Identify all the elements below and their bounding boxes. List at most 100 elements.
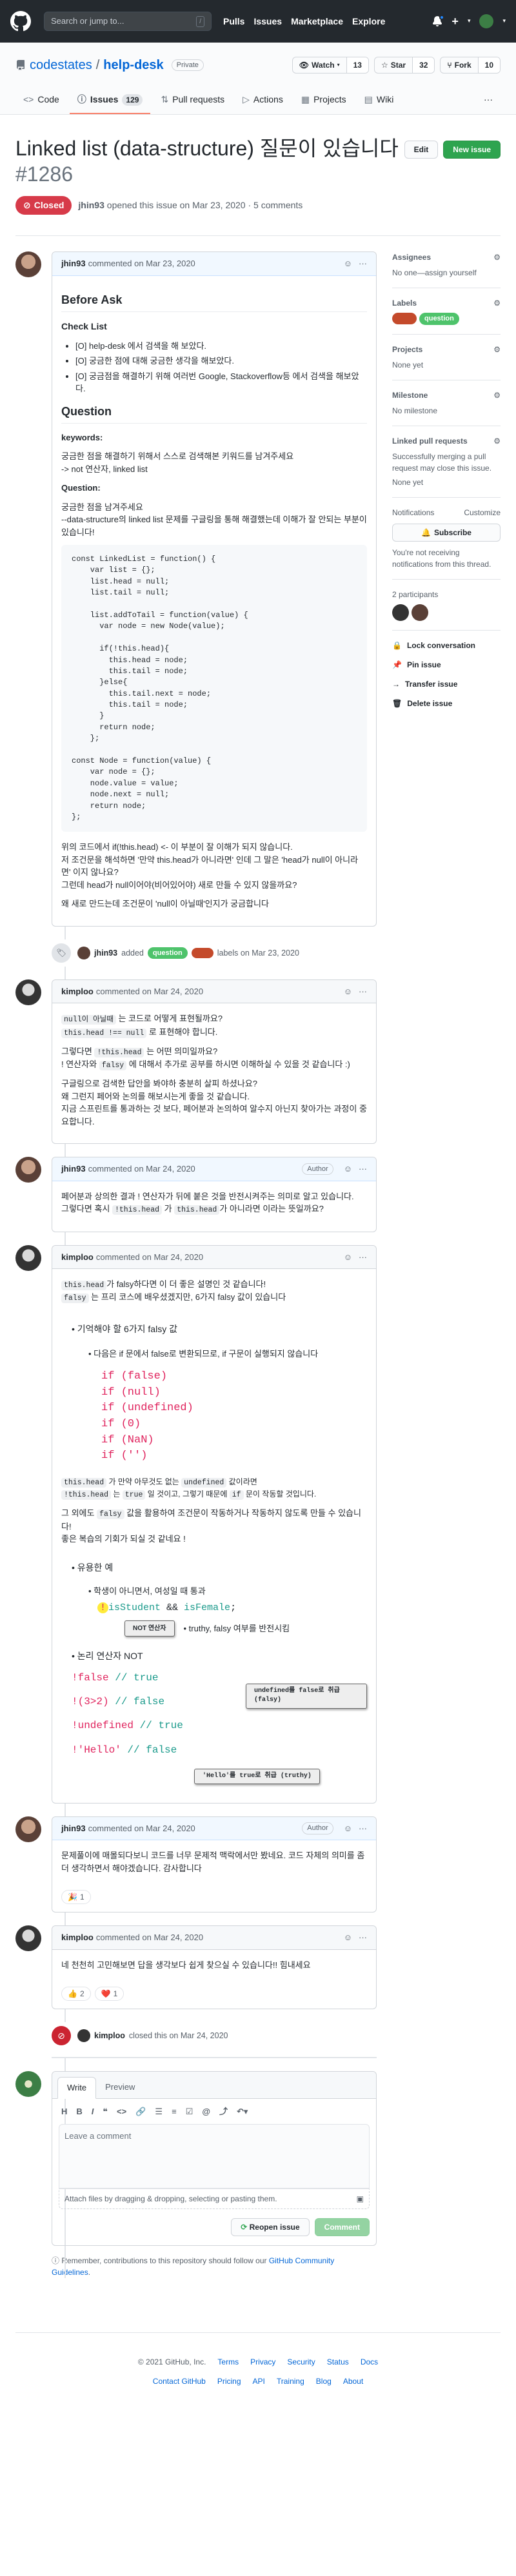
- issue-author-link[interactable]: jhin93: [78, 200, 104, 210]
- footer-link[interactable]: Pricing: [217, 2375, 241, 2387]
- fork-button[interactable]: ⑂ Fork 10: [440, 57, 501, 74]
- event-actor-link[interactable]: jhin93: [94, 947, 117, 959]
- comment-author-link[interactable]: kimploo: [61, 1251, 94, 1264]
- smiley-icon[interactable]: ☺: [344, 1931, 352, 1944]
- comment-author-link[interactable]: kimploo: [61, 985, 94, 998]
- fork-count[interactable]: 10: [478, 57, 500, 73]
- tab-actions[interactable]: ▷ Actions: [235, 88, 291, 114]
- repo-name-link[interactable]: help-desk: [103, 55, 163, 75]
- reaction-hooray-button[interactable]: 🎉 1: [61, 1890, 91, 1905]
- footer-link[interactable]: Terms: [217, 2356, 239, 2368]
- label-red[interactable]: [392, 313, 417, 324]
- gear-icon[interactable]: ⚙: [493, 344, 501, 355]
- delete-issue-link[interactable]: 🗑 Delete issue: [392, 698, 501, 709]
- customize-link[interactable]: Customize: [464, 507, 501, 518]
- gear-icon[interactable]: ⚙: [493, 297, 501, 309]
- avatar[interactable]: [15, 1816, 41, 1842]
- nav-issues[interactable]: Issues: [253, 15, 282, 28]
- footer-link[interactable]: Blog: [316, 2375, 332, 2387]
- nav-marketplace[interactable]: Marketplace: [291, 15, 343, 28]
- edit-button[interactable]: Edit: [404, 141, 439, 159]
- comment-author-link[interactable]: jhin93: [61, 257, 86, 270]
- repo-owner-link[interactable]: codestates: [30, 55, 92, 75]
- nav-pulls[interactable]: Pulls: [223, 15, 244, 28]
- mention-icon[interactable]: @: [202, 2105, 210, 2118]
- code-icon[interactable]: <>: [117, 2105, 126, 2118]
- footer-link[interactable]: API: [253, 2375, 265, 2387]
- quote-icon[interactable]: ❝: [103, 2105, 108, 2118]
- kebab-horizontal-icon[interactable]: ···: [359, 1931, 367, 1944]
- bold-icon[interactable]: B: [76, 2105, 82, 2118]
- tab-write[interactable]: Write: [57, 2077, 97, 2099]
- event-actor-link[interactable]: kimploo: [94, 2030, 125, 2042]
- gear-icon[interactable]: ⚙: [493, 435, 501, 447]
- comment-textarea[interactable]: Leave a comment: [59, 2124, 370, 2189]
- smiley-icon[interactable]: ☺: [344, 1163, 352, 1175]
- heading-icon[interactable]: H: [61, 2105, 67, 2118]
- user-avatar[interactable]: [479, 14, 494, 28]
- watch-count[interactable]: 13: [346, 57, 368, 73]
- participant-avatar[interactable]: [412, 604, 428, 621]
- avatar[interactable]: [77, 2029, 90, 2043]
- sidebar-heading[interactable]: Assignees: [392, 251, 431, 263]
- kebab-horizontal-icon[interactable]: ···: [359, 257, 367, 270]
- footer-link[interactable]: Contact GitHub: [153, 2375, 206, 2387]
- tasklist-icon[interactable]: ☑: [186, 2105, 194, 2118]
- footer-link[interactable]: Status: [327, 2356, 349, 2368]
- sidebar-heading[interactable]: Labels: [392, 297, 417, 309]
- comment-author-link[interactable]: jhin93: [61, 1822, 86, 1835]
- assign-yourself-link[interactable]: No one—assign yourself: [392, 267, 501, 279]
- create-new-plus-icon[interactable]: +: [452, 13, 459, 30]
- sidebar-heading[interactable]: Projects: [392, 344, 422, 355]
- label-question[interactable]: question: [419, 313, 459, 325]
- smiley-icon[interactable]: ☺: [344, 1251, 352, 1264]
- italic-icon[interactable]: I: [92, 2105, 94, 2118]
- subscribe-button[interactable]: 🔔 Subscribe: [392, 523, 501, 542]
- star-count[interactable]: 32: [413, 57, 435, 73]
- unordered-list-icon[interactable]: ☰: [155, 2105, 163, 2118]
- caret-down-icon[interactable]: ▾: [468, 17, 471, 26]
- tab-preview[interactable]: Preview: [96, 2077, 144, 2098]
- kebab-horizontal-icon[interactable]: ···: [359, 1251, 367, 1264]
- pin-issue-link[interactable]: 📌 Pin issue: [392, 659, 501, 671]
- avatar[interactable]: [15, 1925, 41, 1952]
- sidebar-heading[interactable]: Milestone: [392, 389, 428, 401]
- tab-issues[interactable]: ⓘ Issues 129: [69, 88, 151, 114]
- avatar[interactable]: [77, 946, 90, 959]
- smiley-icon[interactable]: ☺: [344, 985, 352, 998]
- reopen-issue-button[interactable]: ⟳ Reopen issue: [231, 2218, 310, 2237]
- label-question[interactable]: question: [147, 947, 188, 959]
- lock-conversation-link[interactable]: 🔒 Lock conversation: [392, 640, 501, 651]
- link-icon[interactable]: 🔗: [135, 2105, 146, 2118]
- reply-icon[interactable]: ↶▾: [237, 2105, 248, 2118]
- transfer-issue-link[interactable]: → Transfer issue: [392, 678, 501, 690]
- smiley-icon[interactable]: ☺: [344, 257, 352, 270]
- avatar[interactable]: [15, 979, 41, 1005]
- participant-avatar[interactable]: [392, 604, 409, 621]
- gear-icon[interactable]: ⚙: [493, 251, 501, 263]
- footer-link[interactable]: About: [343, 2375, 363, 2387]
- tab-projects[interactable]: ▦ Projects: [293, 88, 354, 114]
- github-logo-icon[interactable]: [10, 11, 31, 32]
- sidebar-heading[interactable]: Linked pull requests: [392, 435, 468, 447]
- footer-link[interactable]: Security: [287, 2356, 315, 2368]
- kebab-horizontal-icon[interactable]: ···: [359, 1163, 367, 1175]
- tab-more[interactable]: ···: [476, 88, 501, 114]
- tab-code[interactable]: <> Code: [15, 88, 67, 114]
- star-button[interactable]: ☆ Star 32: [373, 57, 435, 74]
- comment-author-link[interactable]: kimploo: [61, 1931, 94, 1944]
- search-input[interactable]: Search or jump to... /: [44, 12, 212, 31]
- avatar[interactable]: [15, 2071, 41, 2098]
- notifications-bell-icon[interactable]: [432, 15, 445, 26]
- new-issue-button[interactable]: New issue: [443, 141, 501, 159]
- avatar[interactable]: [15, 251, 41, 277]
- footer-link[interactable]: Docs: [361, 2356, 378, 2368]
- caret-down-icon[interactable]: ▾: [502, 17, 506, 26]
- gear-icon[interactable]: ⚙: [493, 389, 501, 401]
- footer-link[interactable]: Training: [277, 2375, 304, 2387]
- tab-pull-requests[interactable]: ⇅ Pull requests: [153, 88, 232, 114]
- nav-explore[interactable]: Explore: [352, 15, 385, 28]
- smiley-icon[interactable]: ☺: [344, 1822, 352, 1835]
- kebab-horizontal-icon[interactable]: ···: [359, 1822, 367, 1835]
- reaction-thumbsup-button[interactable]: 👍 2: [61, 1987, 91, 2001]
